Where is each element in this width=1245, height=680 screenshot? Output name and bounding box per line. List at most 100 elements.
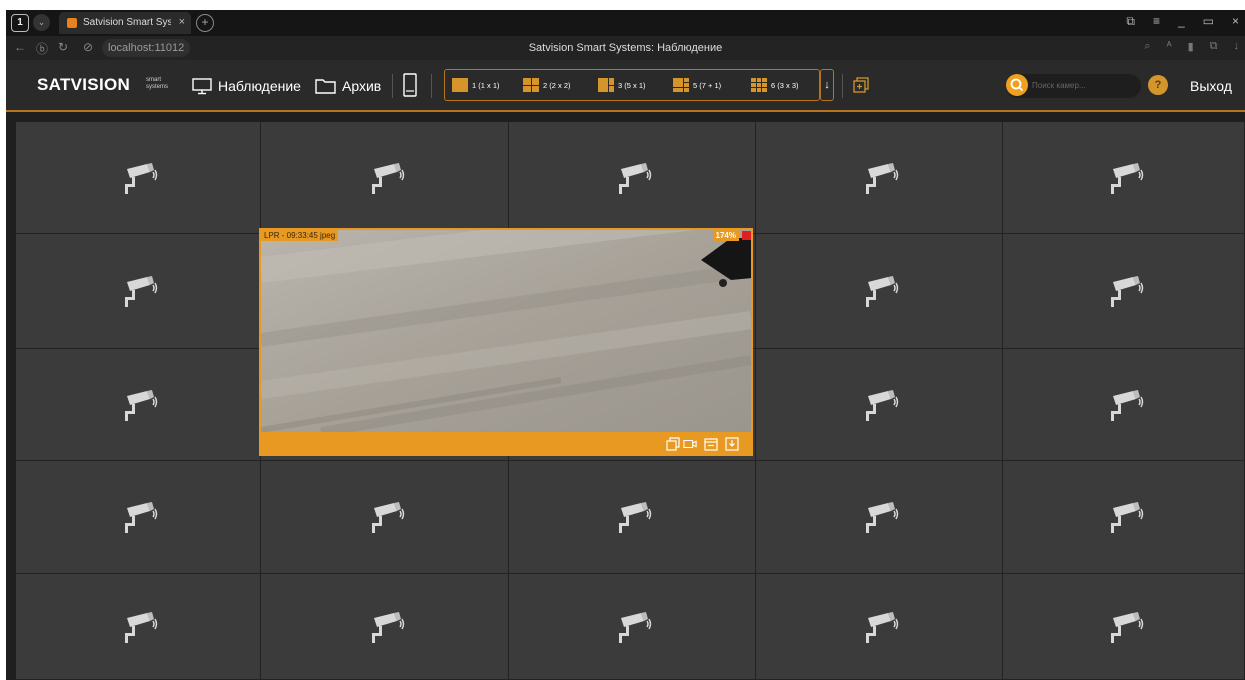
logout-button[interactable]: Выход [1190,78,1232,94]
camera-placeholder-icon [125,162,158,194]
video-icon[interactable] [683,437,697,451]
camera-cell[interactable] [16,234,261,349]
camera-caption: LPR - 09:33:45 jpeg [261,230,339,241]
shield-icon[interactable]: ⓑ [36,40,48,57]
camera-placeholder-icon [125,611,158,643]
camera-placeholder-icon [125,276,158,307]
translate-icon[interactable]: ᴬ [1167,40,1172,53]
new-tab-button[interactable]: + [196,14,214,32]
screenshot-icon[interactable]: ⧉ [1210,40,1218,53]
layout-more-button[interactable]: ↓ [820,69,834,101]
bookmark-icon[interactable]: ▮ [1188,40,1194,53]
divider [842,74,843,98]
camera-cell[interactable] [1003,234,1245,349]
camera-cell[interactable] [509,122,756,234]
layout-1x1-icon [452,78,468,92]
reload-icon[interactable]: ↻ [58,40,68,54]
camera-cell[interactable] [16,574,261,680]
camera-cell[interactable] [16,349,261,461]
camera-cell[interactable] [1003,574,1245,680]
camera-cell[interactable] [261,461,509,574]
logo-subtitle: smart systems [146,77,169,90]
camera-cell[interactable] [16,461,261,574]
camera-cell[interactable] [261,574,509,680]
camera-placeholder-icon [866,389,899,421]
search-page-icon[interactable]: ⌕ [1144,40,1150,53]
download-icon[interactable] [725,437,739,451]
logo: SATVISION [37,75,131,94]
close-window-button[interactable]: × [1232,14,1239,29]
layout-7plus1-button[interactable]: 5 (7 + 1) [673,78,721,92]
layout-5x1-icon [598,78,614,92]
sidebar-icon[interactable]: ⧉ [1126,14,1135,29]
camera-placeholder-icon [1110,276,1143,307]
window-controls: ⧉ ≡ _ ▭ × [1126,14,1239,29]
camera-cell[interactable] [509,574,756,680]
layout-5x1-button[interactable]: 3 (5 x 1) [598,78,646,92]
camera-cell[interactable] [1003,461,1245,574]
nav-live-button[interactable]: Наблюдение [192,74,301,98]
divider [431,74,432,98]
camera-cell[interactable] [509,461,756,574]
minimize-button[interactable]: _ [1178,14,1185,29]
help-icon[interactable]: ? [1148,75,1168,95]
camera-placeholder-icon [866,162,899,194]
active-camera-view[interactable]: LPR - 09:33:45 jpeg 174% [259,228,753,456]
camera-action-bar [259,434,753,456]
camera-placeholder-icon [1110,162,1143,194]
camera-placeholder-icon [125,389,158,421]
search-icon[interactable] [1006,74,1028,96]
favicon-icon [67,18,77,28]
layout-3x3-button[interactable]: 6 (3 x 3) [751,78,799,92]
zoom-level: 174% [712,230,739,241]
camera-placeholder-icon [125,502,158,533]
camera-placeholder-icon [619,611,652,643]
archive-icon[interactable] [704,437,718,451]
layout-1x1-button[interactable]: 1 (1 x 1) [452,78,500,92]
browser-tab[interactable]: Satvision Smart Systems × [59,12,191,34]
camera-cell[interactable] [261,122,509,234]
layout-3x3-icon [751,78,767,92]
camera-placeholder-icon [619,502,652,533]
app-toolbar: SATVISION smart systems Наблюдение Архив [6,60,1245,112]
camera-feed-image[interactable] [261,230,751,432]
camera-search-input[interactable] [1032,78,1132,92]
back-icon[interactable]: ← [14,40,26,54]
camera-cell[interactable] [756,349,1003,461]
camera-cell[interactable] [1003,349,1245,461]
add-view-icon[interactable] [853,77,869,93]
record-indicator-icon [742,231,751,240]
camera-placeholder-icon [371,502,404,533]
close-tab-icon[interactable]: × [179,16,185,28]
restore-button[interactable]: ▭ [1203,14,1214,29]
camera-cell[interactable] [756,461,1003,574]
copy-icon[interactable] [666,437,680,451]
download-icon[interactable]: ↓ [1234,40,1240,53]
layout-2x2-button[interactable]: 2 (2 x 2) [523,78,571,92]
chevron-down-icon[interactable]: ⌄ [33,14,50,31]
camera-cell[interactable] [16,122,261,234]
device-icon[interactable] [403,73,417,97]
tab-counter[interactable]: 1 [11,14,29,32]
divider [392,74,393,98]
layout-selector: 1 (1 x 1) 2 (2 x 2) 3 (5 x 1) 5 (7 + 1) … [444,69,820,101]
site-info-icon[interactable]: ⊘ [83,40,93,54]
nav-archive-button[interactable]: Архив [315,74,381,98]
layout-7plus1-icon [673,78,689,92]
nav-archive-label: Архив [342,78,382,94]
camera-placeholder-icon [371,611,404,643]
folder-icon [315,79,336,94]
page-title: Satvision Smart Systems: Наблюдение [528,42,723,54]
camera-placeholder-icon [866,502,899,533]
url-field[interactable]: localhost:11012 [102,39,191,57]
camera-placeholder-icon [1110,611,1143,643]
camera-cell[interactable] [756,574,1003,680]
menu-icon[interactable]: ≡ [1153,14,1160,29]
browser-window: 1 ⌄ Satvision Smart Systems × + ⧉ ≡ _ ▭ … [6,10,1245,680]
camera-cell[interactable] [756,122,1003,234]
monitor-icon [192,77,212,94]
nav-live-label: Наблюдение [218,78,301,94]
camera-cell[interactable] [1003,122,1245,234]
camera-cell[interactable] [756,234,1003,349]
layout-2x2-icon [523,78,539,92]
